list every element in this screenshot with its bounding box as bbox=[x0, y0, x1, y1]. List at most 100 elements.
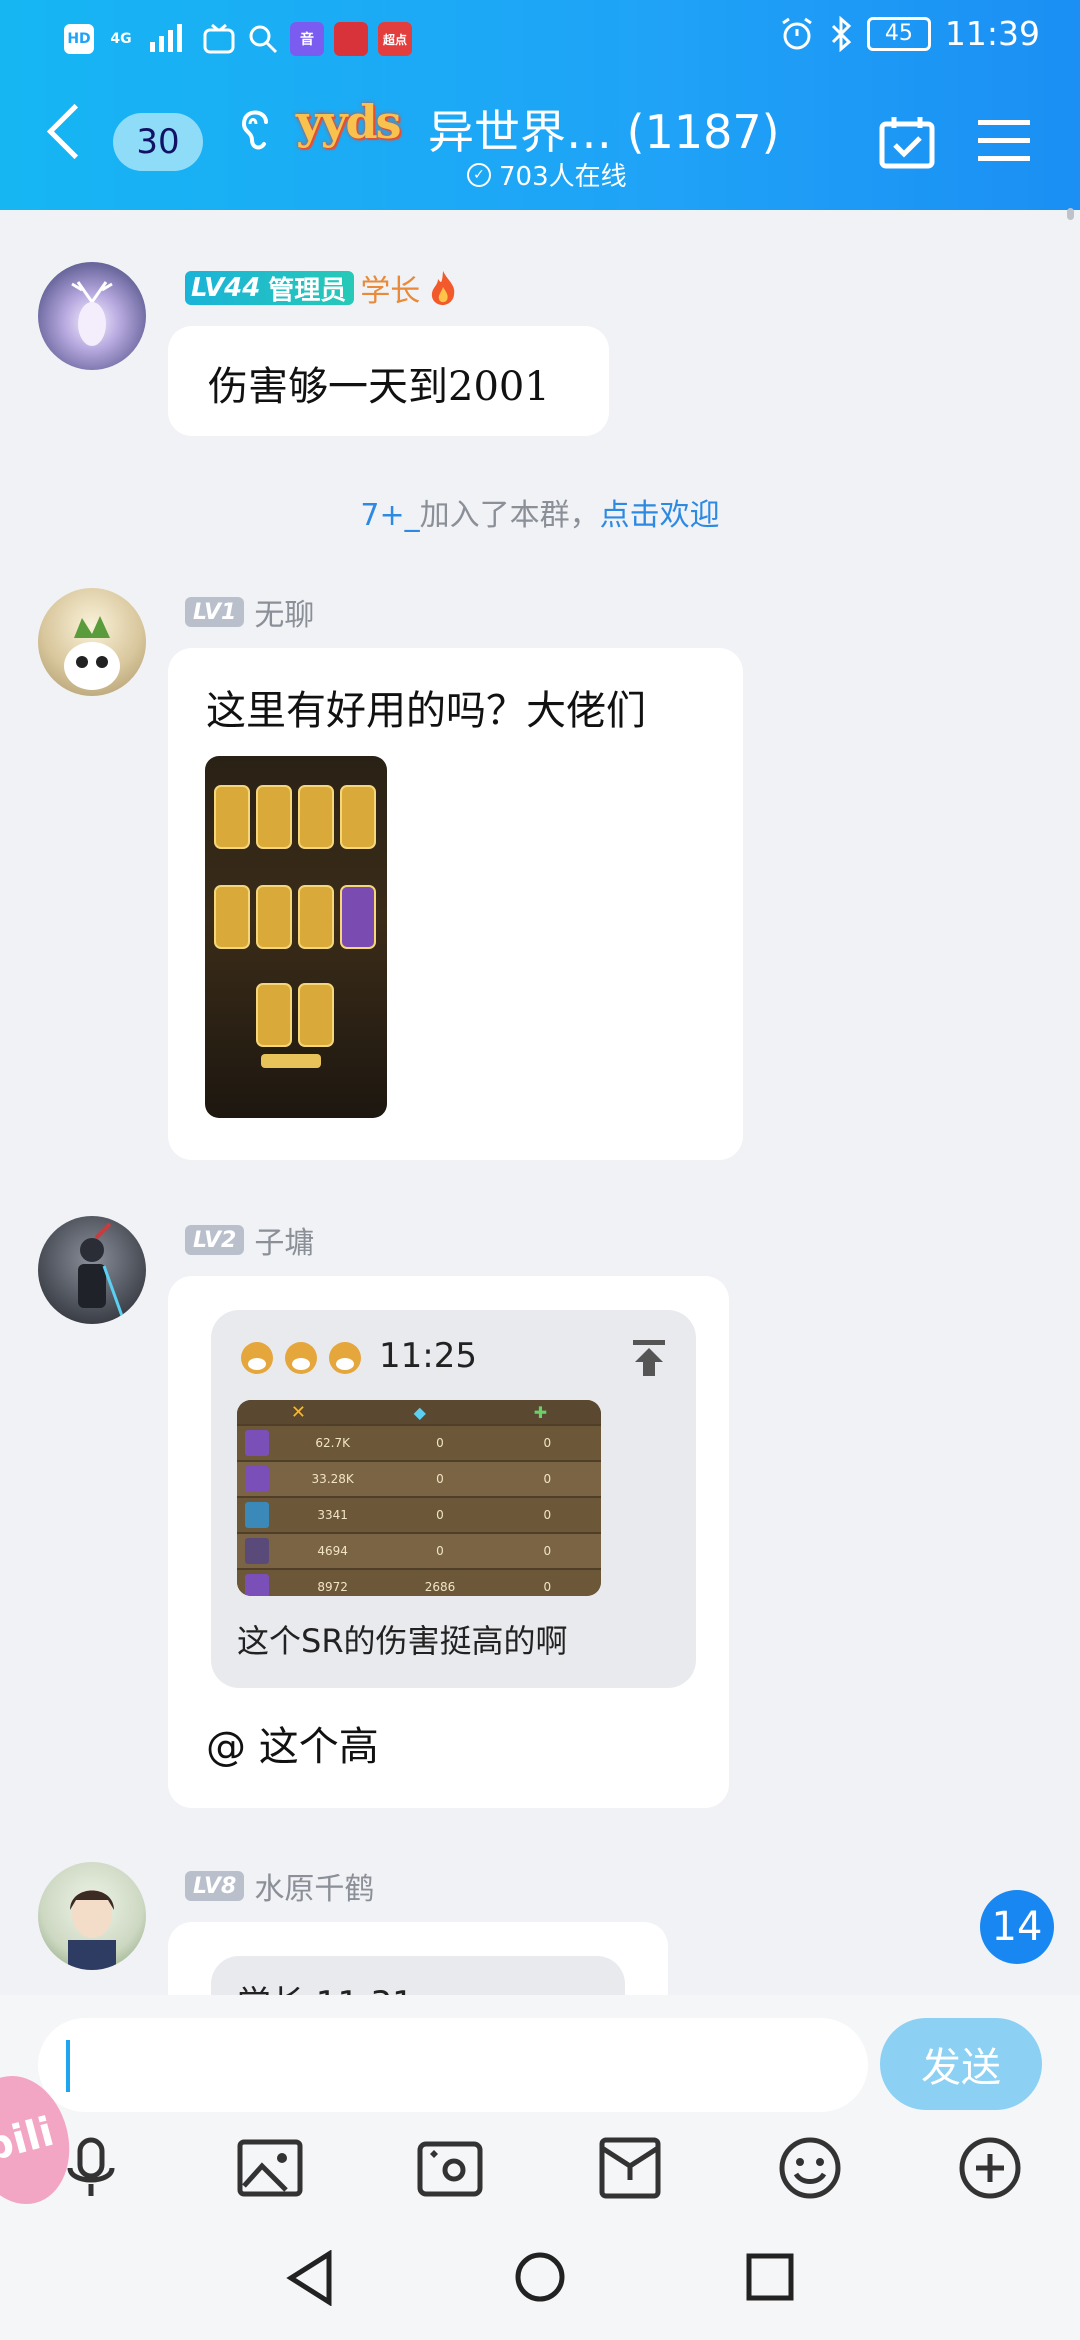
hero-portrait bbox=[245, 1538, 269, 1564]
hero-portrait bbox=[245, 1430, 269, 1456]
send-button[interactable]: 发送 bbox=[880, 2018, 1042, 2110]
nav-back-icon[interactable] bbox=[285, 2250, 335, 2306]
ear-icon[interactable] bbox=[236, 104, 276, 156]
level-badge: LV1 bbox=[185, 597, 245, 627]
menu-icon[interactable] bbox=[978, 118, 1030, 164]
scrollbar[interactable] bbox=[1067, 208, 1074, 220]
stat-value: 0 bbox=[543, 1436, 552, 1450]
hd-badge: HD bbox=[64, 24, 94, 54]
text-caret bbox=[66, 2040, 70, 2092]
group-title[interactable]: 异世界… (1187) bbox=[428, 96, 780, 162]
sword-icon: ✕ bbox=[290, 1401, 306, 1423]
stat-value: 33.28K bbox=[311, 1472, 354, 1486]
stat-value: 2686 bbox=[424, 1580, 456, 1594]
damage-stats-image[interactable]: ✕ ◆ ✚ 62.7K 0 0 33.28K 0 0 3341 0 0 4694 0 0 8972 268… bbox=[237, 1400, 601, 1596]
stat-value: 8972 bbox=[317, 1580, 348, 1594]
stats-row: 62.7K 0 0 bbox=[237, 1424, 601, 1460]
sender-info: LV2 子墉 bbox=[185, 1218, 314, 1262]
emoji-doge-icon bbox=[241, 1342, 361, 1374]
sender-name[interactable]: 水原千鹤 bbox=[254, 1864, 374, 1908]
sender-info: LV44 管理员 学长 bbox=[185, 266, 460, 310]
plus-icon[interactable] bbox=[956, 2134, 1024, 2202]
sender-name[interactable]: 学长 bbox=[360, 266, 420, 310]
welcome-link[interactable]: 点击欢迎 bbox=[600, 498, 720, 533]
search-icon bbox=[249, 25, 278, 54]
message-bubble[interactable]: 这里有好用的吗？大佬们 bbox=[168, 648, 743, 1160]
online-status[interactable]: ✓ 703人在线 bbox=[467, 156, 627, 193]
stat-value: 0 bbox=[543, 1544, 552, 1558]
stat-value: 0 bbox=[543, 1508, 552, 1522]
level-badge: LV2 bbox=[185, 1225, 245, 1255]
calendar-check-icon[interactable] bbox=[878, 114, 936, 170]
knight-avatar-image bbox=[78, 1222, 124, 1317]
stats-row: 8972 2686 0 bbox=[237, 1568, 601, 1596]
alarm-icon bbox=[782, 17, 812, 49]
stats-row: 4694 0 0 bbox=[237, 1532, 601, 1568]
quoted-message[interactable]: 学长 11:31 bbox=[211, 1956, 625, 1995]
joined-text: 加入了本群， bbox=[419, 498, 600, 533]
avatar[interactable] bbox=[38, 262, 146, 370]
hero-portrait bbox=[245, 1466, 269, 1492]
network-badge: 4G bbox=[110, 31, 132, 47]
avatar[interactable] bbox=[38, 588, 146, 696]
sender-name[interactable]: 子墉 bbox=[254, 1218, 314, 1262]
panda-avatar-image bbox=[64, 616, 120, 690]
game-screenshot-image[interactable] bbox=[205, 756, 387, 1118]
fire-icon bbox=[432, 271, 455, 305]
quoted-message[interactable]: 11:25 ✕ ◆ ✚ 62.7K 0 0 33.28K 0 0 3341 0 0 4694 0 0 8… bbox=[211, 1310, 696, 1688]
stat-value: 0 bbox=[543, 1580, 552, 1594]
system-message: 7+_加入了本群，点击欢迎 bbox=[0, 490, 1080, 534]
bluetooth-icon bbox=[831, 15, 852, 52]
stat-value: 0 bbox=[543, 1472, 552, 1486]
stat-value: 3341 bbox=[317, 1508, 348, 1522]
stat-value: 0 bbox=[436, 1544, 444, 1558]
stat-value: 62.7K bbox=[315, 1436, 350, 1450]
unread-jump-badge[interactable]: 14 bbox=[980, 1890, 1054, 1964]
level-badge: LV8 bbox=[185, 1871, 245, 1901]
jump-to-top-icon[interactable] bbox=[629, 1338, 669, 1378]
hero-cards-graphic bbox=[214, 785, 376, 1068]
message-bubble[interactable]: 伤害够一天到2001 bbox=[168, 326, 609, 436]
nav-recents-icon[interactable] bbox=[745, 2252, 795, 2302]
shield-icon: ◆ bbox=[413, 1402, 426, 1422]
joined-user[interactable]: 7+_ bbox=[360, 498, 419, 533]
online-check-icon: ✓ bbox=[467, 162, 491, 187]
signal-icon bbox=[150, 24, 182, 52]
quote-header: 11:25 bbox=[235, 1334, 477, 1378]
tv-icon bbox=[203, 23, 235, 54]
message-text: 这里有好用的吗？大佬们 bbox=[206, 688, 646, 734]
camera-icon[interactable] bbox=[416, 2134, 484, 2202]
avatar[interactable] bbox=[38, 1216, 146, 1324]
status-bar-left: HD 4G 音 超点 bbox=[64, 22, 412, 56]
sender-name[interactable]: 无聊 bbox=[254, 590, 314, 634]
sender-info: LV8 水原千鹤 bbox=[185, 1864, 374, 1908]
sender-info: LV1 无聊 bbox=[185, 590, 314, 634]
avatar[interactable] bbox=[38, 1862, 146, 1970]
redpacket-icon[interactable] bbox=[596, 2134, 664, 2202]
deer-avatar-image bbox=[71, 281, 113, 346]
girl-avatar-image bbox=[68, 1890, 116, 1970]
emoji-icon[interactable] bbox=[776, 2134, 844, 2202]
battery-indicator: 45 bbox=[866, 16, 931, 51]
quote-preview: 学长 11:31 bbox=[237, 1976, 414, 1995]
message-bubble[interactable]: 学长 11:31 bbox=[168, 1922, 668, 1995]
admin-tag: LV44 管理员 bbox=[185, 271, 355, 305]
image-icon[interactable] bbox=[236, 2134, 304, 2202]
quote-caption: 这个SR的伤害挺高的啊 bbox=[237, 1622, 568, 1660]
unread-count-badge[interactable]: 30 bbox=[113, 113, 203, 171]
stats-row: 3341 0 0 bbox=[237, 1496, 601, 1532]
status-time: 11:39 bbox=[944, 14, 1040, 53]
message-input[interactable] bbox=[38, 2018, 868, 2112]
back-icon[interactable] bbox=[46, 103, 103, 160]
quote-time: 11:25 bbox=[379, 1336, 477, 1376]
chat-header: HD 4G 音 超点 45 11:39 30 yyds 异世界… (1187) … bbox=[0, 0, 1080, 210]
nav-home-icon[interactable] bbox=[513, 2250, 567, 2304]
hero-portrait bbox=[245, 1574, 269, 1596]
stat-value: 0 bbox=[436, 1472, 444, 1486]
group-logo: yyds bbox=[296, 95, 402, 149]
message-bubble[interactable]: 11:25 ✕ ◆ ✚ 62.7K 0 0 33.28K 0 0 3341 0 0 4694 0 0 8… bbox=[168, 1276, 729, 1808]
status-bar-right: 45 11:39 bbox=[779, 14, 1040, 53]
stat-value: 4694 bbox=[317, 1544, 348, 1558]
stats-rows: 62.7K 0 0 33.28K 0 0 3341 0 0 4694 0 0 8972 2686 0 bbox=[237, 1424, 601, 1596]
huawei-app-icon bbox=[334, 22, 368, 56]
